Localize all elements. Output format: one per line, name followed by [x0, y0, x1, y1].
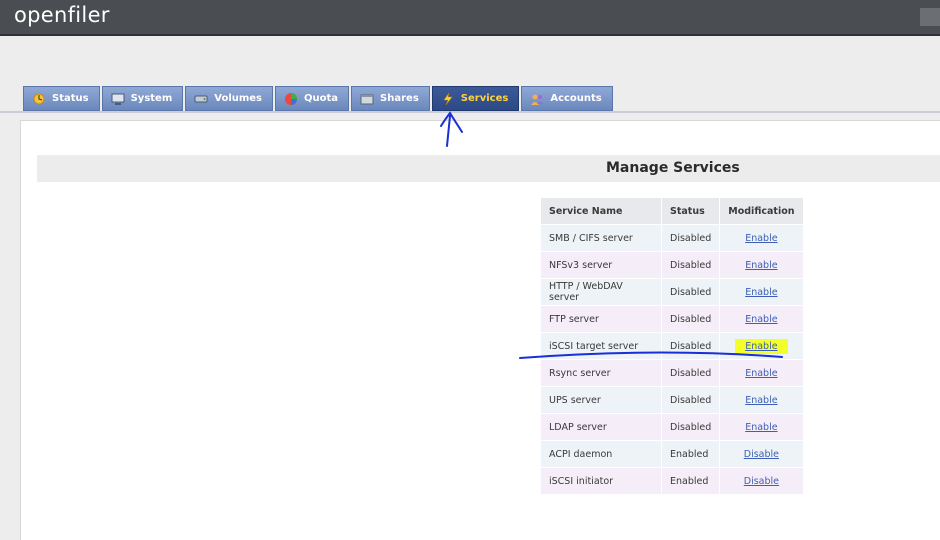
enable-iscsi-target-link[interactable]: Enable [735, 338, 788, 354]
enable-ups-link[interactable]: Enable [745, 395, 777, 406]
service-status: Enabled [662, 441, 720, 467]
services-table: Service Name Status Modification SMB / C… [540, 197, 804, 495]
shares-icon [360, 92, 374, 106]
tab-volumes[interactable]: Volumes [185, 86, 274, 111]
service-status: Disabled [662, 360, 720, 386]
service-status: Disabled [662, 414, 720, 440]
modification-cell: Enable [720, 360, 803, 386]
table-row: HTTP / WebDAV server Disabled Enable [541, 279, 803, 305]
tab-shares[interactable]: Shares [351, 86, 430, 111]
tab-label: Shares [380, 93, 419, 104]
table-row: LDAP server Disabled Enable [541, 414, 803, 440]
section-header [37, 155, 940, 182]
modification-cell: Disable [720, 441, 803, 467]
modification-cell: Enable [720, 414, 803, 440]
service-status: Enabled [662, 468, 720, 494]
enable-ldap-link[interactable]: Enable [745, 422, 777, 433]
service-name: Rsync server [541, 360, 661, 386]
tab-system[interactable]: System [101, 86, 184, 111]
service-name: iSCSI initiator [541, 468, 661, 494]
page-title: Manage Services [606, 160, 740, 176]
enable-http-link[interactable]: Enable [745, 287, 777, 298]
column-header-modification: Modification [720, 198, 803, 224]
table-row: FTP server Disabled Enable [541, 306, 803, 332]
table-row: SMB / CIFS server Disabled Enable [541, 225, 803, 251]
modification-cell: Enable [720, 387, 803, 413]
tab-label: Services [460, 93, 509, 104]
table-row: iSCSI initiator Enabled Disable [541, 468, 803, 494]
service-name: FTP server [541, 306, 661, 332]
table-row: Rsync server Disabled Enable [541, 360, 803, 386]
service-name: LDAP server [541, 414, 661, 440]
table-row: ACPI daemon Enabled Disable [541, 441, 803, 467]
volumes-icon [194, 92, 208, 106]
modification-cell: Enable [720, 225, 803, 251]
accounts-icon [530, 92, 544, 106]
service-name: HTTP / WebDAV server [541, 279, 661, 305]
service-name: UPS server [541, 387, 661, 413]
service-status: Disabled [662, 279, 720, 305]
tab-label: Volumes [214, 93, 263, 104]
service-name: SMB / CIFS server [541, 225, 661, 251]
service-name: iSCSI target server [541, 333, 661, 359]
tab-accounts[interactable]: Accounts [521, 86, 613, 111]
enable-rsync-link[interactable]: Enable [745, 368, 777, 379]
modification-cell: Disable [720, 468, 803, 494]
modification-cell: Enable [720, 333, 803, 359]
main-nav-tabs: Status System Volumes Quota Shares Servi… [23, 86, 615, 111]
service-name: NFSv3 server [541, 252, 661, 278]
modification-cell: Enable [720, 252, 803, 278]
status-icon [32, 92, 46, 106]
service-status: Disabled [662, 225, 720, 251]
tab-label: System [130, 93, 173, 104]
tab-divider [0, 111, 940, 113]
modification-cell: Enable [720, 279, 803, 305]
tab-services[interactable]: Services [431, 86, 520, 111]
services-icon [441, 92, 455, 106]
quota-icon [284, 92, 298, 106]
top-bar: openfiler [0, 0, 940, 36]
service-name: ACPI daemon [541, 441, 661, 467]
service-status: Disabled [662, 252, 720, 278]
service-status: Disabled [662, 306, 720, 332]
tab-label: Quota [304, 93, 339, 104]
openfiler-logo: openfiler [14, 3, 110, 27]
disable-iscsi-initiator-link[interactable]: Disable [744, 476, 779, 487]
table-row: iSCSI target server Disabled Enable [541, 333, 803, 359]
top-bar-button[interactable] [920, 8, 940, 26]
tab-label: Status [52, 93, 89, 104]
column-header-status: Status [662, 198, 720, 224]
service-status: Disabled [662, 387, 720, 413]
enable-ftp-link[interactable]: Enable [745, 314, 777, 325]
enable-nfs-link[interactable]: Enable [745, 260, 777, 271]
table-header-row: Service Name Status Modification [541, 198, 803, 224]
modification-cell: Enable [720, 306, 803, 332]
service-status: Disabled [662, 333, 720, 359]
tab-label: Accounts [550, 93, 602, 104]
system-icon [111, 92, 125, 106]
tab-quota[interactable]: Quota [275, 86, 350, 111]
table-row: UPS server Disabled Enable [541, 387, 803, 413]
tab-status[interactable]: Status [23, 86, 100, 111]
table-row: NFSv3 server Disabled Enable [541, 252, 803, 278]
column-header-service-name: Service Name [541, 198, 661, 224]
enable-smb-link[interactable]: Enable [745, 233, 777, 244]
disable-acpi-link[interactable]: Disable [744, 449, 779, 460]
